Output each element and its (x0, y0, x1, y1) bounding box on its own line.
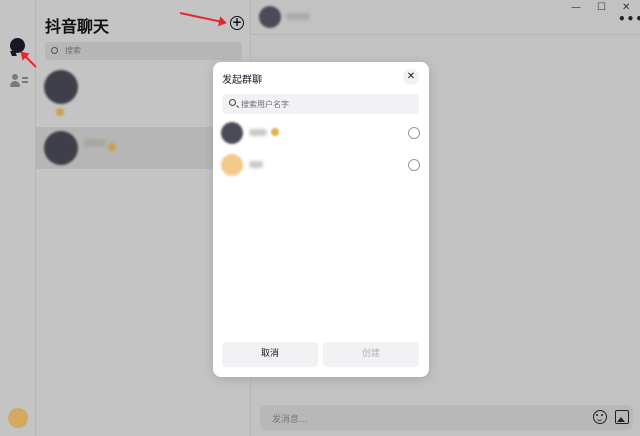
my-avatar[interactable] (8, 408, 28, 428)
contact-name (286, 13, 310, 20)
contact-option[interactable] (213, 151, 429, 179)
user-search-placeholder: 搜索用户名字 (241, 100, 289, 109)
cancel-button[interactable]: 取消 (222, 342, 318, 367)
avatar (44, 70, 78, 104)
create-group-chat-dialog: 发起群聊 ✕ 搜索用户名字 取消 创建 (213, 62, 429, 377)
conversation-search-input[interactable]: 搜索 (45, 42, 242, 60)
avatar (221, 154, 243, 176)
add-group-chat-button[interactable]: + (230, 16, 244, 30)
contacts-icon-line (22, 77, 28, 79)
more-options-icon[interactable]: ••• (618, 12, 640, 26)
contacts-icon-head (12, 74, 18, 80)
contacts-icon-line (22, 81, 28, 83)
message-input[interactable]: 发消息... (260, 405, 633, 430)
create-button[interactable]: 创建 (323, 342, 419, 367)
minimize-button[interactable]: — (571, 2, 581, 13)
message-input-placeholder: 发消息... (272, 415, 308, 425)
image-icon[interactable] (615, 410, 629, 424)
search-icon (229, 99, 236, 106)
avatar (259, 6, 281, 28)
badge-icon (271, 128, 279, 136)
dialog-title: 发起群聊 (222, 75, 262, 86)
search-icon (51, 47, 58, 54)
contact-name (249, 161, 263, 168)
badge-icon (108, 143, 116, 151)
contacts-icon[interactable] (10, 74, 28, 88)
select-radio[interactable] (408, 159, 420, 171)
avatar (221, 122, 243, 144)
avatar (44, 131, 78, 165)
maximize-button[interactable]: ☐ (597, 2, 606, 13)
contact-option[interactable] (213, 119, 429, 147)
contact-name (249, 129, 267, 136)
page-title: 抖音聊天 (45, 17, 110, 36)
chat-header: — ☐ ✕ ••• (251, 0, 640, 35)
user-search-input[interactable]: 搜索用户名字 (222, 94, 419, 114)
emoji-icon[interactable] (593, 410, 607, 424)
contact-name (84, 139, 106, 147)
nav-rail (0, 0, 36, 436)
badge-icon (56, 108, 64, 116)
contacts-icon-body (10, 81, 20, 87)
select-radio[interactable] (408, 127, 420, 139)
close-icon[interactable]: ✕ (403, 69, 419, 85)
